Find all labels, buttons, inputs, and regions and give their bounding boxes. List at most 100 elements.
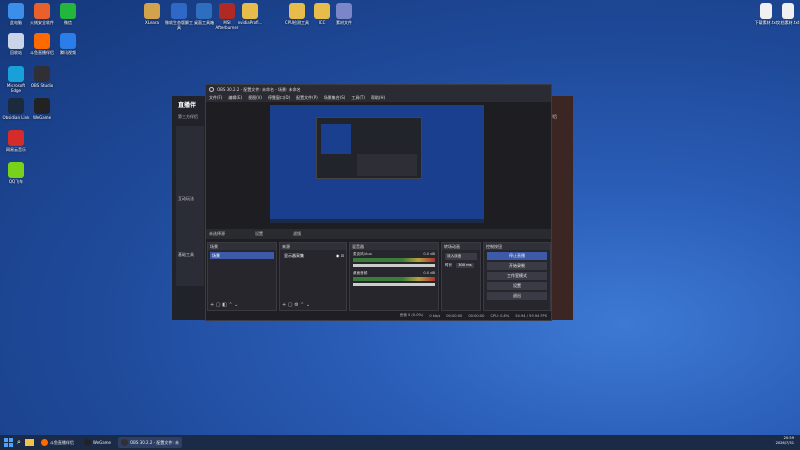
folder-icon: [219, 3, 235, 19]
source-item[interactable]: 显示器采集 ◉ ⊡: [282, 252, 344, 259]
source-item-label: 显示器采集: [284, 253, 304, 258]
no-source-label: 未选择源: [209, 231, 225, 236]
desktop-icon[interactable]: 斗鱼直播伴侣: [28, 33, 56, 55]
source-add-button[interactable]: + ▢ ⚙ ⌃ ⌄: [282, 302, 310, 308]
menu-item[interactable]: 场景集合(S): [324, 95, 346, 101]
status-item: 00:00:00: [446, 313, 463, 318]
taskbar-app-icon: [40, 439, 48, 446]
desktop-icon-label: 腾讯视频: [60, 50, 76, 55]
desktop-icon-label: CPU检测工具: [284, 20, 310, 25]
scenes-dock: 场景 场景 + ▢ ◧ ⌃ ⌄: [207, 242, 277, 311]
window-title: OBS 30.2.2 - 配置文件: 未命名 - 场景: 未命名: [217, 86, 301, 92]
preview-canvas[interactable]: [270, 105, 484, 223]
desktop-icon[interactable]: 网易云音乐: [2, 130, 30, 152]
status-item: 00:00:00: [468, 313, 485, 318]
desktop-icon[interactable]: 腾讯视频: [54, 33, 82, 55]
clock-date: 2026/7/31: [775, 441, 794, 445]
desktop-icon-label: 斗鱼直播伴侣: [30, 50, 54, 55]
desktop-icon-label: QQ飞车: [8, 179, 24, 184]
desktop-icon[interactable]: 此电脑: [2, 3, 30, 25]
desktop-icon[interactable]: 素材文件: [330, 3, 358, 25]
desktop-icon[interactable]: 火绒安全软件: [28, 3, 56, 25]
desktop-icon[interactable]: WeGame: [28, 98, 56, 120]
desktop-icon[interactable]: 微软生态版解工具: [165, 3, 193, 30]
controls-dock: 控制按钮 停止直播开始录制工作室模式设置退出: [483, 242, 551, 311]
desktop-icon[interactable]: XLeara: [138, 3, 166, 25]
menu-item[interactable]: 编辑(E): [228, 95, 242, 101]
app-icon: [34, 33, 50, 49]
properties-button[interactable]: 设置: [255, 231, 263, 237]
desktop-icon[interactable]: Microsoft Edge: [2, 66, 30, 93]
desktop-icon[interactable]: 回收站: [2, 33, 30, 55]
menu-item[interactable]: 帮助(H): [371, 95, 385, 101]
desktop-icon-label: nvidiaProfi...: [237, 20, 263, 25]
taskbar-app-icon: [83, 439, 91, 446]
file-explorer-icon[interactable]: [24, 439, 34, 446]
mic-db: 0.0 dB: [423, 252, 435, 256]
desktop-icon[interactable]: OBS Studio: [28, 66, 56, 88]
menu-item[interactable]: 文件(F): [209, 95, 222, 101]
status-item: 0 kb/s: [429, 313, 441, 318]
windows-start-icon[interactable]: [4, 438, 13, 447]
mixer-title: 混音器: [350, 243, 438, 250]
desktop-icon-label: 素材文件: [336, 20, 352, 25]
app-side-panel: [176, 126, 204, 286]
scene-item[interactable]: 场景: [210, 252, 274, 259]
taskbar-app[interactable]: OBS 30.2.2 - 配置文件: 未: [118, 437, 182, 448]
obs-titlebar[interactable]: OBS 30.2.2 - 配置文件: 未命名 - 场景: 未命名: [206, 85, 551, 94]
desktop-audio-volume-slider[interactable]: [353, 283, 435, 286]
desktop-icon[interactable]: Obsidian Link: [2, 98, 30, 120]
desktop-icon-label: OBS Studio: [30, 83, 54, 88]
app-icon: [8, 130, 24, 146]
filters-button[interactable]: 滤镜: [293, 231, 301, 237]
desktop-audio-db: 0.0 dB: [423, 271, 435, 275]
obs-logo-icon: [209, 87, 214, 92]
tab-third-party[interactable]: 第三方伴侣: [178, 114, 198, 120]
transitions-title: 转场动画: [442, 243, 480, 250]
scene-add-button[interactable]: + ▢ ◧ ⌃ ⌄: [210, 302, 238, 308]
folder-icon: [196, 3, 212, 19]
status-item: 54.94 / 59.94 FPS: [515, 313, 547, 318]
search-icon[interactable]: ⌕: [17, 438, 21, 447]
tools-label: 基础工具: [178, 252, 194, 257]
transitions-dock: 转场动画 淡入淡出 时长 300 ms: [441, 242, 481, 311]
desktop-icon-label: Obsidian Link: [2, 115, 30, 120]
taskbar-app[interactable]: 斗鱼直播伴侣: [38, 437, 77, 448]
clock[interactable]: 20:59 2026/7/31: [776, 436, 794, 446]
taskbar-app-label: 斗鱼直播伴侣: [49, 439, 74, 445]
desktop-icon[interactable]: CPU检测工具: [283, 3, 311, 25]
control-button[interactable]: 开始录制: [487, 262, 547, 270]
desktop-icon-label: 文档素材.txt: [776, 20, 800, 25]
app-logo: 直播伴: [178, 102, 197, 109]
app-icon: [8, 98, 24, 114]
control-button[interactable]: 设置: [487, 282, 547, 290]
taskbar-app[interactable]: WeGame: [81, 437, 114, 448]
desktop-icon[interactable]: 文档素材.txt: [774, 3, 800, 25]
duration-label: 时长: [445, 263, 453, 267]
visibility-icon[interactable]: ◉ ⊡: [336, 252, 344, 259]
desktop-icon[interactable]: nvidiaProfi...: [236, 3, 264, 25]
menu-item[interactable]: 工具(T): [351, 95, 365, 101]
app-icon: [60, 33, 76, 49]
app-icon: [60, 3, 76, 19]
menu-item[interactable]: 配置文件(P): [296, 95, 318, 101]
control-button[interactable]: 工作室模式: [487, 272, 547, 280]
mic-volume-slider[interactable]: [353, 264, 435, 267]
preview-nested-canvas: [321, 124, 351, 154]
file-icon: [782, 3, 794, 19]
transition-select[interactable]: 淡入淡出: [445, 253, 477, 260]
menu-item[interactable]: 停靠窗口(D): [268, 95, 290, 101]
control-button[interactable]: 退出: [487, 292, 547, 300]
folder-icon: [144, 3, 160, 19]
menu-item[interactable]: 视图(V): [248, 95, 262, 101]
desktop-audio-meter: [353, 277, 435, 281]
status-item: CPU: 0.8%: [490, 313, 510, 318]
duration-input[interactable]: 300 ms: [456, 263, 474, 268]
obs-window[interactable]: OBS 30.2.2 - 配置文件: 未命名 - 场景: 未命名 文件(F) 编辑…: [205, 84, 552, 321]
desktop-icon-label: XLeara: [145, 20, 159, 25]
desktop-icon[interactable]: QQ飞车: [2, 162, 30, 184]
control-button[interactable]: 停止直播: [487, 252, 547, 260]
desktop-icon-label: 火绒安全软件: [30, 20, 54, 25]
desktop-icon[interactable]: 微信: [54, 3, 82, 25]
controls-title: 控制按钮: [484, 243, 550, 250]
